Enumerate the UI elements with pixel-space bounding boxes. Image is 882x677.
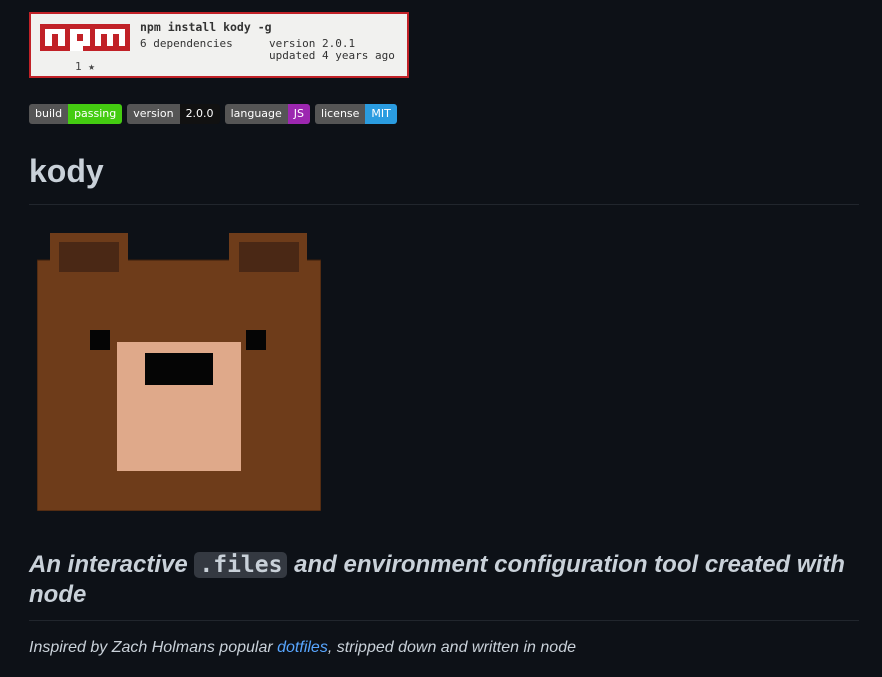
badge-value: passing — [68, 104, 123, 124]
badge-label: license — [315, 104, 366, 124]
page-title: kody — [29, 153, 104, 189]
inspired-prefix: Inspired by Zach Holmans popular — [29, 639, 278, 656]
npm-dependencies: 6 dependencies — [140, 37, 233, 50]
badge-label: version — [127, 104, 180, 124]
tagline-prefix: An interactive — [29, 551, 195, 578]
npm-updated: updated 4 years ago — [269, 49, 395, 62]
tagline-divider — [29, 620, 859, 621]
badge-value: JS — [287, 104, 311, 124]
tagline: An interactive .files and environment co… — [29, 550, 869, 610]
badge-value: 2.0.0 — [179, 104, 220, 124]
npm-card[interactable]: 1 ★ npm install kody -g 6 dependencies v… — [29, 12, 409, 78]
badge-value: MIT — [365, 104, 397, 124]
npm-install-command: npm install kody -g — [140, 20, 272, 34]
badge-label: language — [224, 104, 288, 124]
npm-stars: 1 ★ — [75, 60, 95, 73]
inspired-text: Inspired by Zach Holmans popular dotfile… — [29, 639, 576, 657]
npm-logo — [40, 24, 130, 51]
bear-logo-image — [37, 233, 321, 511]
dotfiles-link[interactable]: dotfiles — [277, 639, 328, 656]
badge-row: build passing version 2.0.0 language JS … — [29, 104, 397, 124]
dotfiles-code: .files — [194, 552, 288, 578]
badge-build[interactable]: build passing — [29, 104, 123, 124]
badge-label: build — [29, 104, 69, 124]
title-divider — [29, 204, 859, 205]
badge-version[interactable]: version 2.0.0 — [127, 104, 220, 124]
inspired-suffix: , stripped down and written in node — [327, 639, 576, 656]
badge-license[interactable]: license MIT — [315, 104, 397, 124]
badge-language[interactable]: language JS — [224, 104, 311, 124]
